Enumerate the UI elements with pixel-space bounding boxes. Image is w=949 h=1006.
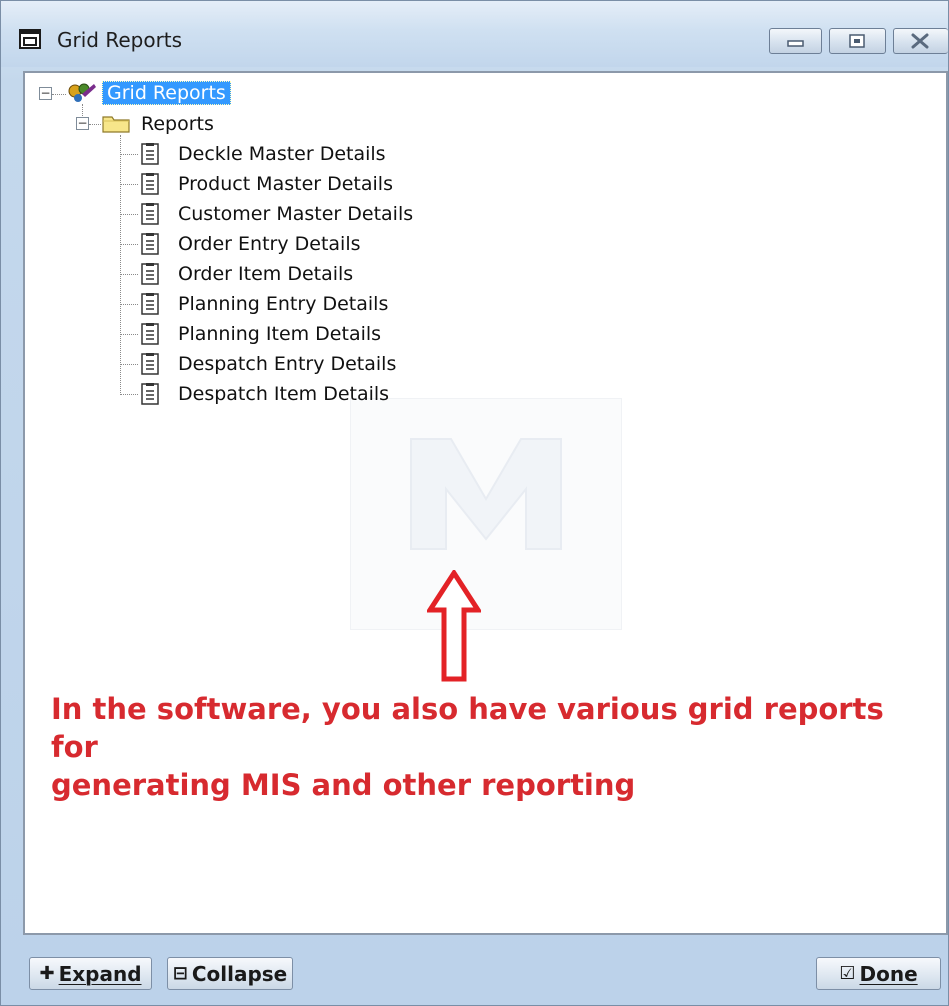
expand-button[interactable]: ✚ Expand [29, 957, 152, 990]
tree-folder-label: Reports [141, 113, 214, 135]
collapse-icon: ⊟ [172, 963, 188, 984]
annotation-arrow-icon [427, 570, 481, 682]
report-document-icon [141, 173, 159, 195]
grid-reports-window: Grid Reports − Grid Reports − Reports De… [0, 0, 949, 1006]
tree-report-item-label: Despatch Entry Details [178, 353, 397, 375]
tree-root-label: Grid Reports [102, 81, 231, 105]
tree-report-item-label: Deckle Master Details [178, 143, 386, 165]
annotation-line-2: generating MIS and other reporting [51, 768, 636, 802]
close-icon [911, 33, 929, 49]
root-collapse-toggle[interactable]: − [39, 87, 52, 100]
annotation-text: In the software, you also have various g… [51, 690, 931, 804]
maximize-button[interactable] [829, 28, 886, 54]
annotation-line-1: In the software, you also have various g… [51, 692, 884, 764]
tree-report-item-label: Product Master Details [178, 173, 393, 195]
tree-report-item[interactable]: Product Master Details [178, 170, 393, 198]
tree-line [120, 154, 138, 155]
tree-line [120, 244, 138, 245]
done-button-label: Done [859, 961, 918, 986]
window-title: Grid Reports [57, 28, 183, 52]
tree-report-item[interactable]: Customer Master Details [178, 200, 413, 228]
report-document-icon [141, 203, 159, 225]
tree-line [89, 124, 101, 125]
collapse-button[interactable]: ⊟ Collapse [167, 957, 293, 990]
tree-line [120, 334, 138, 335]
tree-report-item[interactable]: Order Entry Details [178, 230, 361, 258]
plus-icon: ✚ [39, 963, 55, 984]
tree-line [120, 304, 138, 305]
tree-report-item-label: Planning Item Details [178, 323, 382, 345]
window-icon [19, 29, 41, 49]
minimize-icon [787, 40, 804, 47]
tree-line [120, 274, 138, 275]
title-bar[interactable]: Grid Reports [1, 1, 948, 67]
expand-button-label: Expand [58, 961, 142, 986]
close-button[interactable] [893, 28, 948, 54]
report-document-icon [141, 143, 159, 165]
tree-line [120, 394, 138, 395]
report-tree: − Grid Reports − Reports Deckle Master D… [25, 73, 946, 933]
done-button[interactable]: ☑ Done [816, 957, 941, 990]
tree-panel[interactable]: − Grid Reports − Reports Deckle Master D… [23, 71, 948, 935]
collapse-button-label: Collapse [191, 961, 288, 986]
checkmark-icon: ☑ [839, 963, 856, 984]
button-bar: ✚ Expand ⊟ Collapse ☑ Done [1, 941, 948, 1005]
tree-folder-node[interactable]: Reports [141, 110, 214, 138]
tree-report-item-label: Order Item Details [178, 263, 354, 285]
folder-icon [102, 116, 130, 133]
tree-line [120, 214, 138, 215]
report-document-icon [141, 323, 159, 345]
tree-report-item[interactable]: Despatch Item Details [178, 380, 389, 408]
tree-line [52, 94, 66, 95]
tree-report-item[interactable]: Order Item Details [178, 260, 353, 288]
tree-line [120, 184, 138, 185]
tree-line [120, 135, 121, 395]
report-document-icon [141, 233, 159, 255]
minimize-button[interactable] [769, 28, 822, 54]
report-document-icon [141, 263, 159, 285]
tree-root-node[interactable]: Grid Reports [102, 79, 231, 107]
tree-report-item-label: Planning Entry Details [178, 293, 389, 315]
tree-report-item[interactable]: Planning Item Details [178, 320, 381, 348]
report-document-icon [141, 383, 159, 405]
tree-report-item-label: Despatch Item Details [178, 383, 390, 405]
tree-report-item[interactable]: Deckle Master Details [178, 140, 386, 168]
maximize-icon [849, 34, 865, 48]
tree-line [120, 364, 138, 365]
tree-report-item[interactable]: Planning Entry Details [178, 290, 388, 318]
tree-report-item[interactable]: Despatch Entry Details [178, 350, 396, 378]
report-document-icon [141, 353, 159, 375]
tree-report-item-label: Order Entry Details [178, 233, 361, 255]
folder-collapse-toggle[interactable]: − [76, 117, 89, 130]
tree-report-item-label: Customer Master Details [178, 203, 414, 225]
report-document-icon [141, 293, 159, 315]
